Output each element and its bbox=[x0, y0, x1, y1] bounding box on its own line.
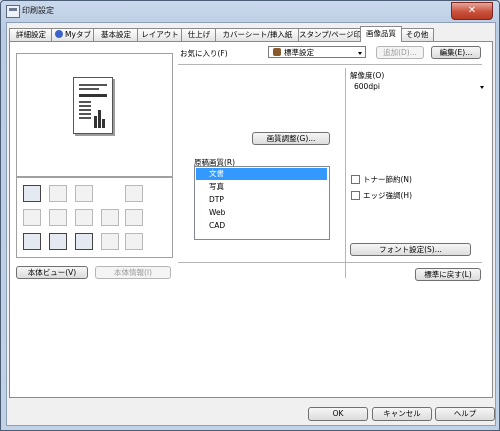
punch-icon bbox=[125, 185, 143, 202]
close-button[interactable]: ✕ bbox=[451, 2, 493, 20]
resolution-value: 600dpi bbox=[354, 82, 380, 91]
person-icon bbox=[55, 30, 64, 38]
page-preview bbox=[16, 53, 173, 177]
edit-favorite-button[interactable]: 編集(E)... bbox=[431, 46, 481, 59]
original-quality-listbox[interactable]: 文書 写真 DTP Web CAD bbox=[194, 166, 330, 240]
print-settings-window: 印刷設定 ✕ 詳細設定 Myタブ 基本設定 レイアウト 仕上げ カバーシート/挿… bbox=[0, 0, 500, 431]
add-favorite-button[interactable]: 追加(D)... bbox=[376, 46, 424, 59]
chevron-down-icon bbox=[358, 52, 362, 55]
combine-icon bbox=[23, 209, 41, 226]
favorites-label: お気に入り(F) bbox=[180, 49, 228, 58]
header-separator bbox=[178, 64, 482, 65]
vertical-separator bbox=[345, 68, 346, 278]
title-bar: 印刷設定 ✕ bbox=[1, 1, 499, 21]
quality-option-dtp[interactable]: DTP bbox=[209, 194, 224, 206]
page-icon bbox=[101, 209, 119, 226]
booklet-icon bbox=[75, 185, 93, 202]
tab-finishing[interactable]: 仕上げ bbox=[181, 28, 217, 41]
tab-cover-sheet[interactable]: カバーシート/挿入紙 bbox=[215, 28, 300, 41]
image-quality-panel: 本体ビュー(V) 本体情報(I) お気に入り(F) 標準設定 追加(D)... … bbox=[9, 41, 493, 398]
cancel-button[interactable]: キャンセル bbox=[372, 407, 432, 421]
toner-save-checkbox[interactable] bbox=[351, 175, 360, 184]
duplex-icon bbox=[23, 185, 41, 202]
chevron-down-icon bbox=[480, 86, 484, 89]
resolution-select[interactable]: 600dpi bbox=[350, 81, 487, 93]
function-icon-panel bbox=[16, 177, 173, 258]
quality-option-web[interactable]: Web bbox=[209, 207, 225, 219]
tray-icon bbox=[23, 233, 41, 250]
toner-save-label: トナー節約(N) bbox=[363, 175, 412, 184]
quality-option-cad[interactable]: CAD bbox=[209, 220, 225, 232]
staple-icon bbox=[49, 185, 67, 202]
quality-option-photo[interactable]: 写真 bbox=[209, 181, 224, 193]
tab-other[interactable]: その他 bbox=[400, 28, 434, 41]
resolution-label: 解像度(O) bbox=[350, 71, 385, 80]
edge-enhance-checkbox[interactable] bbox=[351, 191, 360, 200]
tab-image-quality[interactable]: 画像品質 bbox=[360, 26, 402, 42]
dialog-body: 詳細設定 Myタブ 基本設定 レイアウト 仕上げ カバーシート/挿入紙 スタンプ… bbox=[6, 22, 496, 426]
fold-icon bbox=[49, 209, 67, 226]
printer-view-button[interactable]: 本体ビュー(V) bbox=[16, 266, 88, 279]
favorites-value: 標準設定 bbox=[284, 48, 314, 57]
font-settings-button[interactable]: フォント設定(S)... bbox=[350, 243, 471, 256]
paper-feed-icon bbox=[125, 209, 143, 226]
printer-info-button[interactable]: 本体情報(I) bbox=[95, 266, 171, 279]
quality-option-document[interactable]: 文書 bbox=[196, 168, 327, 180]
footer-separator bbox=[178, 262, 482, 263]
account-track-icon bbox=[75, 233, 93, 250]
favorites-select[interactable]: 標準設定 bbox=[268, 46, 366, 58]
tab-layout[interactable]: レイアウト bbox=[137, 28, 183, 41]
image-adjust-button[interactable]: 画質調整(G)... bbox=[252, 132, 330, 145]
restore-defaults-button[interactable]: 標準に戻す(L) bbox=[415, 268, 481, 281]
document-preview-icon bbox=[73, 77, 113, 134]
tab-stamp[interactable]: スタンプ/ページ印字 bbox=[298, 28, 369, 41]
tab-basic-settings[interactable]: 基本設定 bbox=[93, 28, 139, 41]
user-auth-icon bbox=[49, 233, 67, 250]
favorites-icon bbox=[273, 48, 281, 56]
font-icon bbox=[75, 209, 93, 226]
tab-detail-settings[interactable]: 詳細設定 bbox=[9, 28, 53, 41]
ok-button[interactable]: OK bbox=[308, 407, 368, 421]
secure-print-icon bbox=[101, 233, 119, 250]
tab-my-tab-label: Myタブ bbox=[65, 30, 91, 39]
printer-app-icon bbox=[6, 5, 20, 18]
edge-enhance-label: エッジ強調(H) bbox=[363, 191, 412, 200]
help-button[interactable]: ヘルプ bbox=[435, 407, 495, 421]
window-title: 印刷設定 bbox=[22, 6, 54, 15]
storage-icon bbox=[125, 233, 143, 250]
tab-my-tab[interactable]: Myタブ bbox=[51, 28, 95, 41]
